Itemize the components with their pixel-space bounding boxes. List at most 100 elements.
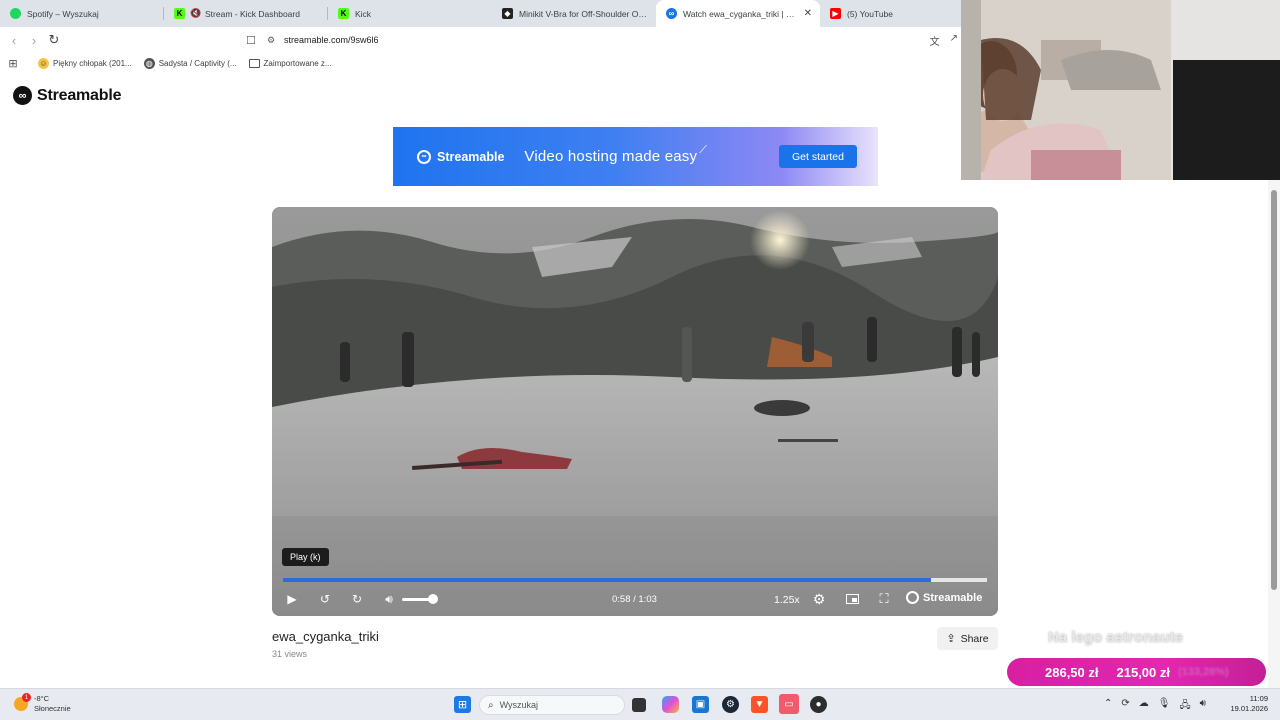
video-frame	[272, 207, 998, 616]
stream-caption: Na lego astronaute	[1048, 629, 1184, 646]
webcam-overlay	[961, 0, 1280, 180]
streamable-logo[interactable]: ∞ Streamable	[13, 86, 121, 105]
smiley-icon: ☺	[38, 57, 49, 69]
weather-sun-icon: 1	[14, 693, 31, 711]
share-button[interactable]: ⇪ Share	[937, 627, 998, 650]
tab-minikit[interactable]: ◆ Minikit V-Bra for Off-Shoulder Outfits	[492, 0, 656, 27]
system-tray: ⌃ ⟳ ☁ 🎙︎ 🖧 🔊︎	[1104, 698, 1206, 715]
rewind-icon[interactable]: ↺	[316, 589, 334, 609]
kick-icon: K	[338, 8, 349, 19]
streamable-logo-icon: ∞	[13, 86, 32, 105]
settings-gear-icon[interactable]: ⚙	[810, 589, 828, 609]
bookmark-label: Sadysta / Captivity (...	[158, 58, 237, 68]
cloud-icon[interactable]: ☁	[1139, 698, 1149, 715]
player-brand[interactable]: Streamable	[906, 591, 982, 604]
site-info-icon[interactable]: ⚙	[262, 35, 280, 46]
goal-percent: (133,26%)	[1178, 666, 1229, 678]
goal-current: 286,50 zł	[1045, 664, 1099, 680]
bookmark-label: Piękny chłopak (201...	[53, 58, 132, 68]
time-display: 0:58 / 1:03	[612, 594, 657, 605]
clock-time: 11:09	[1249, 694, 1268, 703]
volume-icon[interactable]: 🔊︎	[380, 589, 398, 609]
tab-streamable[interactable]: ∞ Watch ewa_cyganka_triki | Streamable ✕	[656, 0, 820, 27]
weather-temp: -8°C	[34, 694, 50, 703]
notification-badge: 1	[22, 693, 31, 702]
search-placeholder: Wyszukaj	[499, 700, 539, 710]
spotify-icon	[10, 8, 21, 19]
steam-icon[interactable]: ⚙	[722, 696, 739, 713]
tab-title: (5) YouTube	[847, 8, 893, 19]
share-page-icon[interactable]: ↗	[950, 33, 958, 48]
bookmark-item[interactable]: Zaimportowane z...	[248, 58, 332, 68]
webcam-image	[961, 0, 1280, 180]
tab-title: Stream - Kick Dashboard	[205, 8, 300, 19]
bookmark-item[interactable]: ☺ Piękny chłopak (201...	[38, 57, 132, 69]
banner-logo: ∞ Streamable	[417, 149, 505, 164]
store-icon[interactable]: ▣	[692, 696, 709, 713]
address-bar[interactable]: ☐ ⚙ streamable.com/9sw6l6 文 ↗	[246, 30, 966, 50]
forward-icon[interactable]: ↻	[348, 589, 366, 609]
youtube-icon: ▶	[830, 8, 841, 19]
get-started-button[interactable]: Get started	[779, 145, 857, 168]
scrollbar-thumb[interactable]	[1271, 190, 1277, 590]
banner-tagline: Video hosting made easy	[524, 148, 698, 165]
player-controls: ▶ ↺ ↻ 🔊︎ 0:58 / 1:03 1.25x ⚙ ⛶ Streamabl…	[272, 587, 998, 611]
goal-target: 215,00 zł	[1116, 664, 1171, 680]
progress-bar[interactable]	[283, 578, 987, 582]
video-player[interactable]: Play (k) ▶ ↺ ↻ 🔊︎ 0:58 / 1:03 1.25x ⚙ ⛶ …	[272, 207, 998, 616]
weather-widget[interactable]: 1 -8°C Słonecznie	[14, 693, 71, 714]
apps-grid-icon[interactable]: ⊞	[0, 57, 26, 70]
page-scrollbar[interactable]	[1268, 180, 1280, 688]
play-button[interactable]: ▶	[284, 589, 300, 609]
clock-date: 19.01.2026	[1230, 704, 1268, 713]
promo-banner[interactable]: ∞ Streamable Video hosting made easy ⟋ G…	[393, 127, 878, 186]
reload-icon[interactable]: ↻	[44, 30, 64, 50]
bookmark-item[interactable]: ◍ Sadysta / Captivity (...	[143, 57, 237, 69]
copilot-icon[interactable]	[662, 696, 679, 713]
tab-kick[interactable]: K Kick	[328, 0, 492, 27]
microphone-icon[interactable]: 🎙︎	[1158, 698, 1171, 715]
tab-youtube[interactable]: ▶ (5) YouTube	[820, 0, 950, 27]
logo-text: Streamable	[37, 86, 122, 104]
tab-title: Kick	[355, 8, 372, 19]
bookmark-icon[interactable]: ☐	[246, 34, 262, 47]
kick-icon: K	[174, 8, 185, 19]
tab-kick-dashboard[interactable]: K 🔇 Stream - Kick Dashboard	[164, 0, 328, 27]
system-clock[interactable]: 11:09 19.01.2026	[1228, 694, 1268, 714]
close-tab-icon[interactable]: ✕	[804, 8, 812, 19]
player-brand-text: Streamable	[923, 591, 983, 604]
sync-icon[interactable]: ⟳	[1121, 698, 1129, 715]
tab-title: Spotify – Wyszukaj	[27, 8, 99, 19]
forward-icon[interactable]: ›	[24, 30, 44, 50]
bookmark-label: Zaimportowane z...	[263, 58, 332, 68]
network-icon[interactable]: 🖧	[1179, 698, 1190, 715]
brave-icon[interactable]: ▼	[751, 696, 768, 713]
url-text: streamable.com/9sw6l6	[284, 35, 379, 45]
weather-desc: Słonecznie	[34, 704, 71, 713]
taskbar-search[interactable]: ⌕ Wyszukaj	[479, 695, 625, 715]
speaker-icon[interactable]: 🔊︎	[1200, 698, 1206, 715]
fullscreen-icon[interactable]: ⛶	[875, 589, 893, 609]
translate-icon[interactable]: 文	[930, 33, 940, 48]
tab-spotify[interactable]: Spotify – Wyszukaj	[0, 0, 164, 27]
mute-icon[interactable]: 🔇	[190, 8, 201, 19]
tab-title: Watch ewa_cyganka_triki | Streamable	[683, 8, 800, 19]
chevron-up-icon[interactable]: ⌃	[1104, 698, 1112, 715]
playback-speed[interactable]: 1.25x	[774, 594, 800, 606]
back-icon[interactable]: ‹	[4, 30, 24, 50]
streamable-logo-icon	[906, 591, 919, 604]
donation-goal-bar: 286,50 zł 215,00 zł (133,26%)	[1007, 658, 1266, 686]
obs-icon[interactable]: ●	[810, 696, 827, 713]
share-label: Share	[960, 632, 989, 645]
windows-taskbar: 1 -8°C Słonecznie ⊞ ⌕ Wyszukaj ▣ ⚙ ▼ ▭ ●…	[0, 688, 1280, 720]
banner-brand: Streamable	[437, 149, 505, 164]
progress-fill	[283, 578, 931, 582]
volume-knob[interactable]	[428, 594, 438, 604]
task-view-icon[interactable]	[632, 698, 646, 712]
windows-start-icon[interactable]: ⊞	[454, 696, 471, 713]
folder-icon	[248, 58, 260, 68]
snipping-tool-icon[interactable]: ▭	[779, 694, 799, 714]
streamable-logo-icon: ∞	[417, 149, 431, 164]
streamable-icon: ∞	[666, 8, 677, 19]
picture-in-picture-icon[interactable]	[843, 589, 861, 609]
